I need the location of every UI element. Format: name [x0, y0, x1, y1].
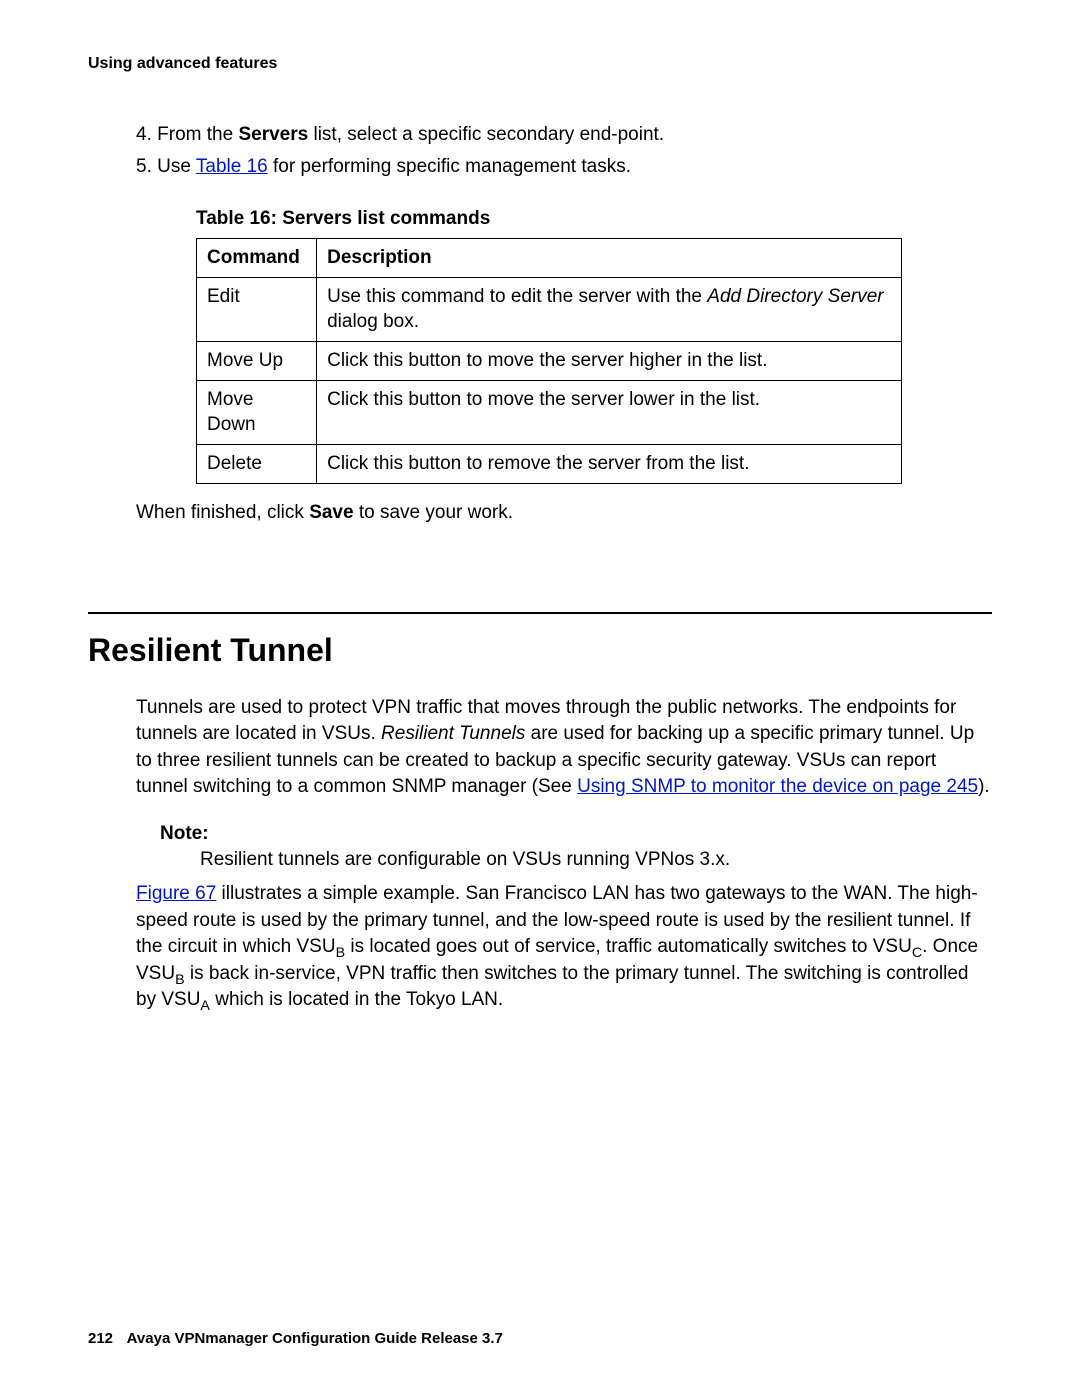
desc-cell: Click this button to remove the server f…: [317, 444, 902, 483]
step-list-container: 4. From the Servers list, select a speci…: [136, 121, 992, 180]
step-5: 5. Use Table 16 for performing specific …: [136, 153, 992, 181]
bold-text: Save: [309, 502, 353, 523]
subscript: C: [912, 945, 922, 961]
subscript: A: [200, 998, 210, 1014]
cmd-cell: Move Down: [197, 380, 317, 444]
section-heading: Resilient Tunnel: [88, 632, 992, 669]
text: When finished, click: [136, 502, 309, 523]
text: which is located in the Tokyo LAN.: [210, 989, 503, 1010]
page-footer: 212 Avaya VPNmanager Configuration Guide…: [88, 1330, 503, 1347]
table-row: Delete Click this button to remove the s…: [197, 444, 902, 483]
text: for performing specific management tasks…: [268, 156, 631, 177]
text: is located goes out of service, traffic …: [345, 936, 912, 957]
page-number: 212: [88, 1330, 113, 1347]
text: Use this command to edit the server with…: [327, 286, 707, 307]
table-header-row: Command Description: [197, 239, 902, 278]
step-list: 4. From the Servers list, select a speci…: [136, 121, 992, 180]
desc-cell: Click this button to move the server low…: [317, 380, 902, 444]
text: dialog box.: [327, 311, 419, 332]
note-block: Note: Resilient tunnels are configurable…: [160, 823, 992, 871]
subscript: B: [175, 972, 185, 988]
text: list, select a specific secondary end-po…: [308, 124, 664, 145]
table-wrapper: Table 16: Servers list commands Command …: [196, 208, 902, 483]
col-command: Command: [197, 239, 317, 278]
page: Using advanced features 4. From the Serv…: [0, 0, 1080, 1397]
desc-cell: Click this button to move the server hig…: [317, 342, 902, 381]
cmd-cell: Move Up: [197, 342, 317, 381]
table-16-link[interactable]: Table 16: [196, 156, 268, 177]
cmd-cell: Delete: [197, 444, 317, 483]
table-row: Move Down Click this button to move the …: [197, 380, 902, 444]
snmp-link[interactable]: Using SNMP to monitor the device on page…: [577, 776, 978, 797]
cmd-cell: Edit: [197, 277, 317, 341]
footer-title: Avaya VPNmanager Configuration Guide Rel…: [127, 1330, 503, 1347]
table-caption: Table 16: Servers list commands: [196, 208, 902, 230]
text: From the: [157, 124, 238, 145]
paragraph-2: Figure 67 illustrates a simple example. …: [136, 881, 992, 1014]
bold-text: Servers: [238, 124, 308, 145]
paragraph-1: Tunnels are used to protect VPN traffic …: [136, 695, 992, 801]
italic-text: Add Directory Server: [707, 286, 883, 307]
step-number: 4.: [136, 124, 152, 145]
servers-commands-table: Command Description Edit Use this comman…: [196, 238, 902, 483]
text: to save your work.: [354, 502, 513, 523]
subscript: B: [336, 945, 346, 961]
italic-text: Resilient Tunnels: [381, 723, 525, 744]
desc-cell: Use this command to edit the server with…: [317, 277, 902, 341]
note-label: Note:: [160, 823, 992, 845]
text: Use: [157, 156, 196, 177]
col-description: Description: [317, 239, 902, 278]
step-number: 5.: [136, 156, 152, 177]
after-table-text: When finished, click Save to save your w…: [136, 502, 992, 524]
figure-67-link[interactable]: Figure 67: [136, 883, 216, 904]
table-row: Edit Use this command to edit the server…: [197, 277, 902, 341]
section-rule: [88, 612, 992, 614]
table-row: Move Up Click this button to move the se…: [197, 342, 902, 381]
note-text: Resilient tunnels are configurable on VS…: [200, 849, 992, 871]
step-4: 4. From the Servers list, select a speci…: [136, 121, 992, 149]
text: ).: [978, 776, 990, 797]
running-header: Using advanced features: [88, 55, 992, 73]
